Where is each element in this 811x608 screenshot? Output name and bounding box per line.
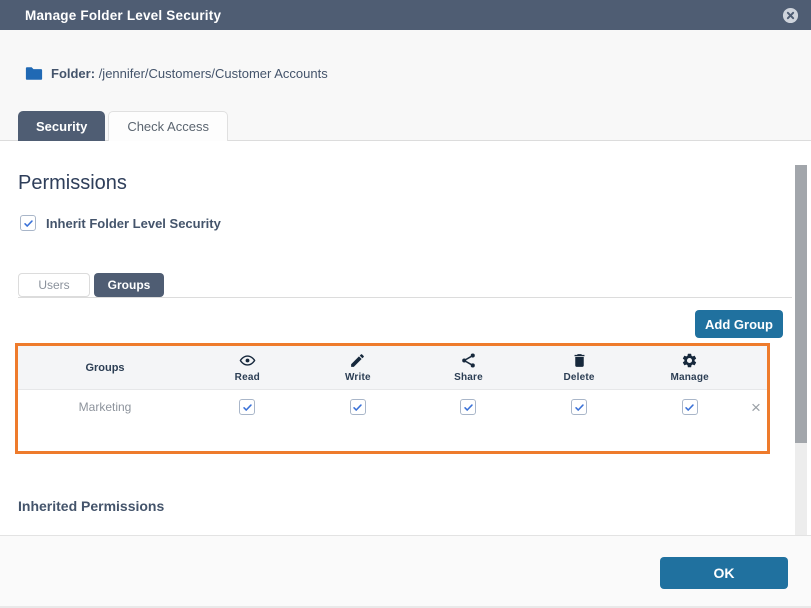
inherit-security-checkbox[interactable]	[20, 215, 36, 231]
folder-icon	[25, 66, 43, 81]
manage-cell	[634, 399, 745, 415]
column-header-label: Write	[345, 372, 371, 383]
tab-check-access[interactable]: Check Access	[108, 111, 228, 141]
column-header-manage: Manage	[634, 352, 745, 383]
add-group-row: Add Group	[0, 310, 811, 338]
read-checkbox[interactable]	[239, 399, 255, 415]
dialog-header-section: Folder: /jennifer/Customers/Customer Acc…	[0, 30, 811, 141]
main-tabs: Security Check Access	[18, 111, 228, 141]
add-group-button[interactable]: Add Group	[695, 310, 783, 338]
folder-label: Folder: /jennifer/Customers/Customer Acc…	[51, 66, 328, 81]
inherit-security-label: Inherit Folder Level Security	[46, 216, 221, 231]
share-checkbox[interactable]	[460, 399, 476, 415]
manage-checkbox[interactable]	[682, 399, 698, 415]
inherit-security-row: Inherit Folder Level Security	[20, 215, 811, 231]
share-icon	[460, 352, 477, 369]
gear-icon	[681, 352, 698, 369]
write-checkbox[interactable]	[350, 399, 366, 415]
tab-security[interactable]: Security	[18, 111, 105, 141]
remove-group-x-icon[interactable]: ×	[751, 399, 761, 416]
trash-icon	[571, 352, 588, 369]
groups-permissions-table: Groups Read Write	[15, 343, 770, 454]
read-cell	[192, 399, 303, 415]
table-empty-space	[18, 424, 767, 451]
eye-icon	[239, 352, 256, 369]
column-header-read: Read	[192, 352, 303, 383]
column-header-write: Write	[303, 352, 414, 383]
dialog-footer: OK	[0, 535, 811, 608]
column-header-label: Delete	[563, 372, 594, 383]
delete-checkbox[interactable]	[571, 399, 587, 415]
folder-path-row: Folder: /jennifer/Customers/Customer Acc…	[25, 66, 328, 81]
table-header-row: Groups Read Write	[18, 346, 767, 390]
column-header-label: Read	[235, 372, 260, 383]
column-header-share: Share	[413, 352, 524, 383]
column-header-groups: Groups	[18, 362, 192, 374]
security-tab-panel: Permissions Inherit Folder Level Securit…	[0, 173, 811, 567]
entity-tabs: Users Groups	[18, 273, 792, 298]
pencil-icon	[349, 352, 366, 369]
inherited-permissions-heading: Inherited Permissions	[18, 498, 811, 514]
write-cell	[303, 399, 414, 415]
scrollbar-track[interactable]	[795, 165, 807, 535]
delete-cell	[524, 399, 635, 415]
column-header-delete: Delete	[524, 352, 635, 383]
tab-groups[interactable]: Groups	[94, 273, 164, 297]
folder-path: /jennifer/Customers/Customer Accounts	[99, 66, 328, 81]
scrollbar-thumb[interactable]	[795, 165, 807, 443]
share-cell	[413, 399, 524, 415]
column-header-label: Share	[454, 372, 483, 383]
permissions-heading: Permissions	[18, 173, 811, 193]
close-icon[interactable]	[782, 7, 799, 24]
table-row: Marketing	[18, 390, 767, 424]
column-header-label: Manage	[670, 372, 708, 383]
folder-label-prefix: Folder:	[51, 66, 95, 81]
dialog-title: Manage Folder Level Security	[25, 8, 221, 23]
dialog-titlebar: Manage Folder Level Security	[0, 0, 811, 30]
tab-users[interactable]: Users	[18, 273, 90, 297]
group-name: Marketing	[18, 400, 192, 414]
ok-button[interactable]: OK	[660, 557, 788, 589]
